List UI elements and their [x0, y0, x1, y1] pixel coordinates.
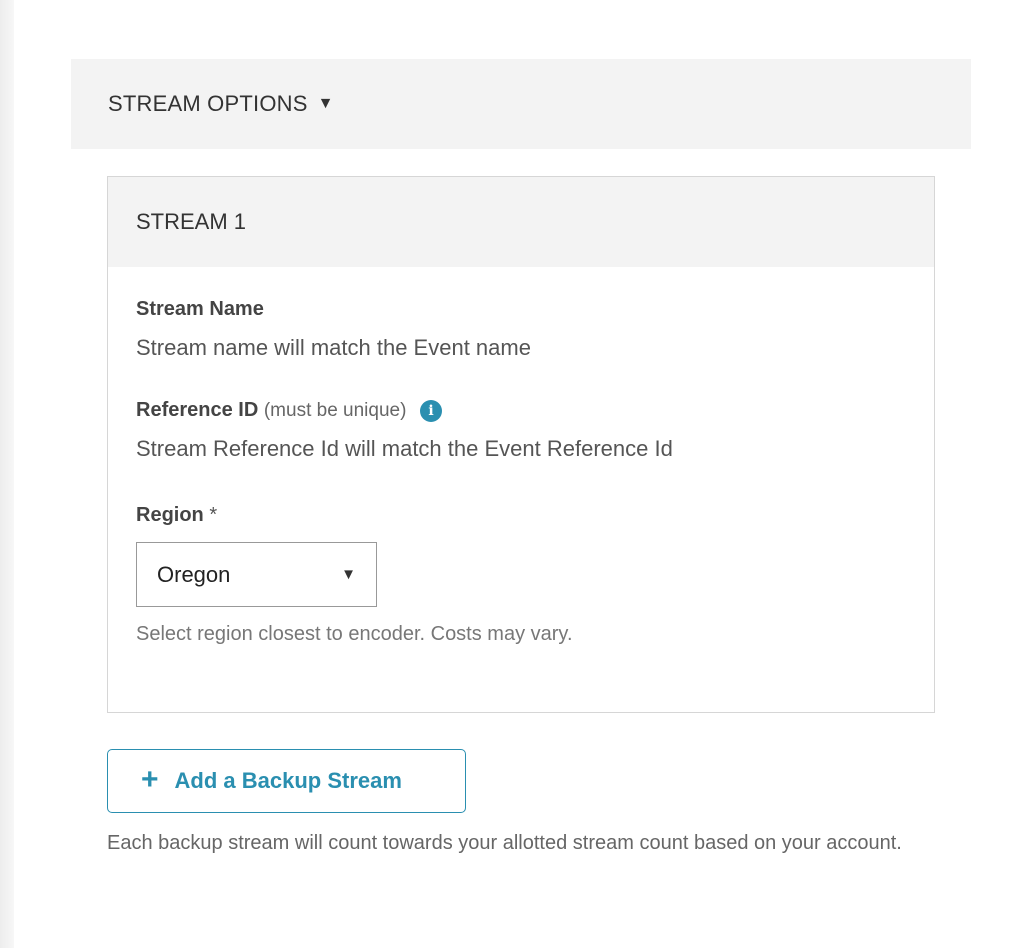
required-asterisk: *: [209, 504, 218, 526]
stream-title: STREAM 1: [136, 209, 247, 234]
reference-id-value: Stream Reference Id will match the Event…: [136, 436, 673, 461]
reference-id-label: Reference ID: [136, 399, 259, 421]
stream-card: STREAM 1 Stream Name Stream name will ma…: [107, 176, 935, 713]
add-backup-stream-button[interactable]: + Add a Backup Stream: [107, 749, 466, 813]
add-backup-stream-label: Add a Backup Stream: [174, 768, 402, 793]
stream-options-toggle[interactable]: STREAM OPTIONS ▼: [71, 59, 971, 149]
left-sidebar-edge: [0, 0, 14, 948]
reference-id-hint: (must be unique): [263, 400, 407, 421]
region-select[interactable]: Oregon ▼: [136, 542, 377, 607]
reference-id-label-row: Reference ID (must be unique) i: [136, 399, 442, 422]
region-label-row: Region *: [136, 504, 217, 527]
stream-card-header: STREAM 1: [108, 177, 934, 267]
region-hint: Select region closest to encoder. Costs …: [136, 623, 573, 645]
backup-note: Each backup stream will count towards yo…: [107, 832, 902, 854]
region-label: Region: [136, 504, 204, 526]
caret-down-icon: ▼: [317, 95, 334, 112]
stream-name-value: Stream name will match the Event name: [136, 335, 531, 360]
info-icon[interactable]: i: [419, 400, 442, 422]
plus-icon: +: [141, 762, 159, 796]
stream-options-title: STREAM OPTIONS: [108, 91, 308, 116]
region-selected-value: Oregon: [157, 561, 231, 587]
chevron-down-icon: ▼: [341, 566, 356, 583]
stream-name-label: Stream Name: [136, 298, 264, 320]
